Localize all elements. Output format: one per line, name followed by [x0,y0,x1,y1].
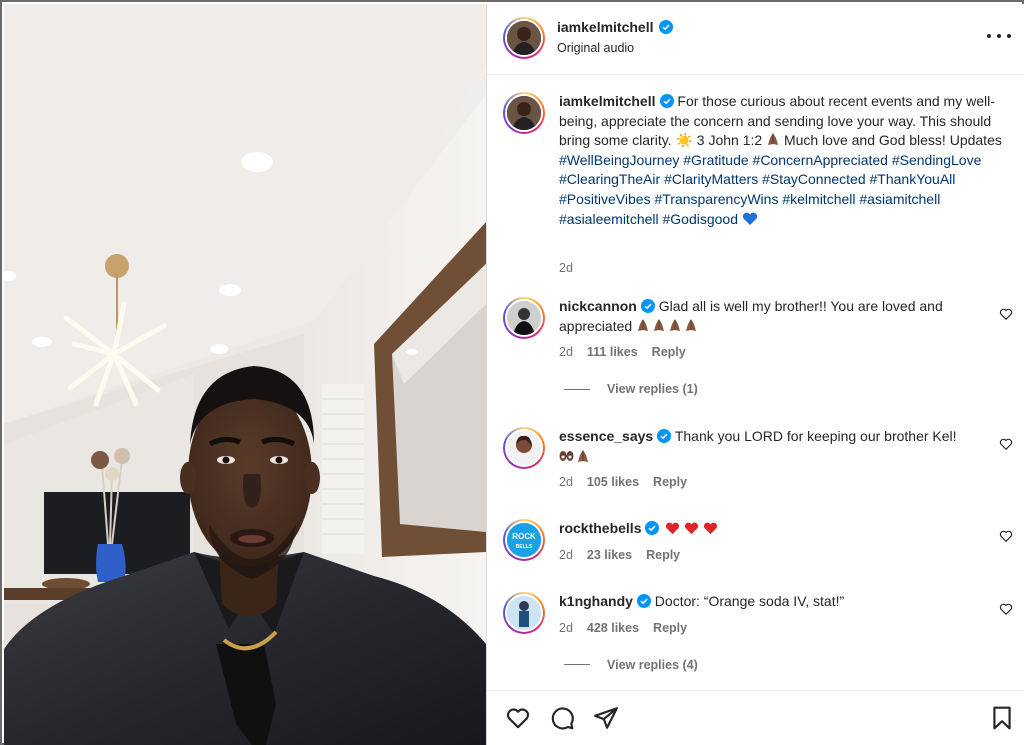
commenter-username[interactable]: k1nghandy [559,593,633,609]
post-video[interactable] [4,4,486,745]
caption-body-3: Much love and God bless! Updates [780,132,1002,149]
more-options-icon[interactable] [987,26,1011,46]
blue-heart-emoji-icon [742,212,757,225]
comment-text: rockthebells [559,519,979,539]
red-hearts-emoji-icon [665,522,718,535]
hashtag-link[interactable]: #WellBeingJourney [559,152,679,168]
comment: k1nghandy Doctor: “Orange soda IV, stat!… [503,592,1013,672]
verified-badge-icon [645,521,660,535]
video-frame-illustration [4,4,486,745]
author-avatar[interactable] [503,17,545,59]
comment-likes[interactable]: 105 likes [587,475,639,489]
comment-body: Doctor: “Orange soda IV, stat!” [654,593,845,609]
eyes-and-praying-emoji-icon [559,449,590,464]
comment-text: essence_says Thank you LORD for keeping … [559,427,979,466]
commenter-username[interactable]: nickcannon [559,298,637,314]
verified-badge-icon [658,20,673,34]
commenter-username[interactable]: rockthebells [559,520,641,536]
comment-likes[interactable]: 111 likes [587,345,638,359]
hashtag-link[interactable]: #kelmitchell [782,191,855,207]
post-caption: iamkelmitchell For those curious about r… [503,92,1013,275]
hashtag-link[interactable]: #TransparencyWins [654,191,778,207]
comment-timestamp[interactable]: 2d [559,345,573,359]
caption-body-2: 3 John 1:2 [692,132,767,149]
caption-text: iamkelmitchell For those curious about r… [559,92,1013,229]
comment: essence_says Thank you LORD for keeping … [503,427,1013,489]
verified-badge-icon [640,299,655,313]
comment-meta: 2d 111 likes Reply [559,345,1013,359]
replies-divider [564,664,590,666]
comment-text: nickcannon Glad all is well my brother!!… [559,297,979,336]
hashtag-link[interactable]: #asiamitchell [859,191,940,207]
hashtag-link[interactable]: #SendingLove [892,152,982,168]
caption-timestamp[interactable]: 2d [559,261,573,275]
praying-hands-emoji-icon [768,133,779,146]
view-replies-button[interactable]: View replies (1) [564,382,1013,396]
post-header: iamkelmitchell Original audio [487,4,1024,75]
reply-button[interactable]: Reply [653,475,687,489]
caption-author-avatar[interactable] [503,92,545,134]
svg-text:BELLS: BELLS [516,544,533,550]
hashtag-link[interactable]: #Godisgood [663,211,739,227]
comment-timestamp[interactable]: 2d [559,621,573,635]
comment-likes[interactable]: 428 likes [587,621,639,635]
view-replies-label[interactable]: View replies (1) [607,382,698,396]
replies-divider [564,388,590,390]
hashtag-link[interactable]: #ClearingTheAir [559,171,660,187]
comment-meta: 2d 23 likes Reply [559,548,1013,562]
like-comment-heart-icon[interactable] [999,529,1013,543]
view-replies-label[interactable]: View replies (4) [607,658,698,672]
commenter-avatar[interactable] [503,592,545,634]
bookmark-icon[interactable] [989,705,1015,731]
like-comment-heart-icon[interactable] [999,437,1013,451]
comment: ROCK BELLS rockthebells 2d 23 likes Reply [503,519,1013,562]
paper-plane-icon[interactable] [593,705,619,731]
commenter-avatar[interactable] [503,427,545,469]
post-details-panel: iamkelmitchell Original audio iamkelmitc… [486,4,1024,745]
praying-hands-emoji-icon [636,318,698,333]
comment-body: Thank you LORD for keeping our brother K… [674,428,957,444]
reply-button[interactable]: Reply [646,548,680,562]
author-username-text[interactable]: iamkelmitchell [557,19,654,35]
commenter-username[interactable]: essence_says [559,428,653,444]
commenter-avatar[interactable] [503,297,545,339]
comment-timestamp[interactable]: 2d [559,475,573,489]
hashtag-link[interactable]: #ConcernAppreciated [753,152,888,168]
post-action-bar [487,690,1024,745]
comment-meta: 2d 105 likes Reply [559,475,1013,489]
hashtag-link[interactable]: #Gratitude [683,152,748,168]
like-comment-heart-icon[interactable] [999,307,1013,321]
sun-emoji-icon: ☀️ [675,132,693,149]
comment-meta: 2d 428 likes Reply [559,621,1013,635]
view-replies-button[interactable]: View replies (4) [564,658,1013,672]
verified-badge-icon [636,594,651,608]
comment: nickcannon Glad all is well my brother!!… [503,297,1013,396]
commenter-avatar[interactable]: ROCK BELLS [503,519,545,561]
like-comment-heart-icon[interactable] [999,602,1013,616]
svg-text:ROCK: ROCK [512,532,536,541]
hashtag-link[interactable]: #PositiveVibes [559,191,651,207]
reply-button[interactable]: Reply [653,621,687,635]
rock-the-bells-logo-icon: ROCK BELLS [507,523,541,557]
caption-username[interactable]: iamkelmitchell [559,93,656,109]
audio-label[interactable]: Original audio [557,41,634,55]
heart-icon[interactable] [505,705,531,731]
comment-icon[interactable] [549,705,575,731]
comment-timestamp[interactable]: 2d [559,548,573,562]
hashtag-link[interactable]: #StayConnected [762,171,866,187]
post-window: iamkelmitchell Original audio iamkelmitc… [0,0,1024,745]
hashtag-link[interactable]: #asialeemitchell [559,211,659,227]
verified-badge-icon [657,429,672,443]
author-username[interactable]: iamkelmitchell [557,19,673,35]
hashtag-link[interactable]: #ClarityMatters [664,171,758,187]
reply-button[interactable]: Reply [652,345,686,359]
comment-text: k1nghandy Doctor: “Orange soda IV, stat!… [559,592,979,612]
hashtag-link[interactable]: #ThankYouAll [870,171,956,187]
comment-likes[interactable]: 23 likes [587,548,632,562]
verified-badge-icon [659,94,674,108]
